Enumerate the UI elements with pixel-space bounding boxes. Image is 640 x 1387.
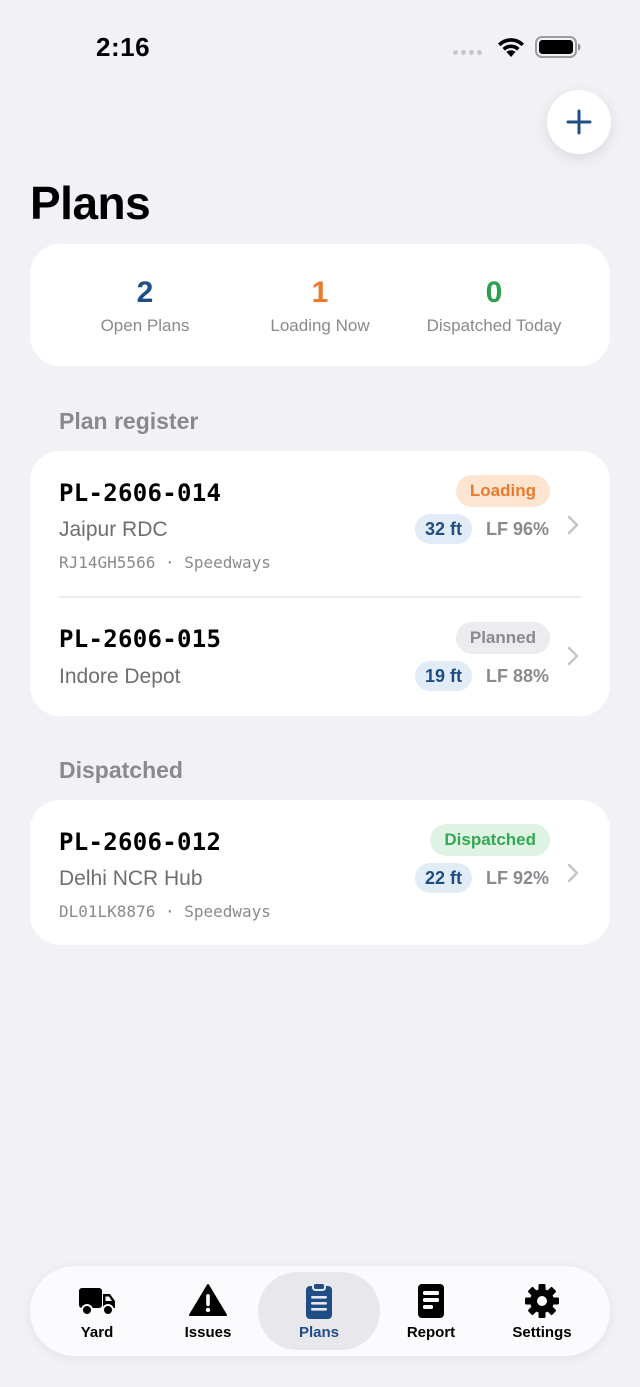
section-header-plan-register: Plan register (59, 408, 199, 434)
vehicle-size-chip: 22 ft (414, 863, 472, 893)
plan-id: PL-2606-014 (59, 479, 222, 507)
plan-vehicle-carrier: RJ14GH5566 · Speedways (59, 553, 271, 572)
dispatched-card: PL-2606-012 Delhi NCR Hub DL01LK8876 · S… (30, 800, 610, 945)
plan-id: PL-2606-015 (59, 625, 222, 653)
plan-row-PL-2606-015[interactable]: PL-2606-015 Indore Depot Planned 19 ft L… (30, 598, 610, 716)
stat-loading-now: 1 Loading Now (220, 274, 420, 336)
load-factor: LF 96% (485, 519, 549, 539)
stat-value: 1 (311, 276, 329, 309)
load-factor: LF 92% (485, 868, 549, 888)
report-icon (418, 1284, 444, 1318)
chevron-right-icon (567, 863, 579, 883)
plan-destination: Jaipur RDC (59, 518, 168, 541)
plan-id: PL-2606-012 (59, 828, 222, 856)
stat-label: Dispatched Today (426, 316, 562, 335)
cellular-signal-icon (453, 50, 482, 55)
stat-value: 0 (485, 276, 503, 309)
battery-icon (535, 36, 581, 58)
tab-settings[interactable]: Settings (486, 1272, 598, 1350)
tab-plans[interactable]: Plans (258, 1272, 380, 1350)
tab-label: Plans (298, 1324, 340, 1341)
stat-open-plans: 2 Open Plans (45, 274, 245, 336)
section-header-dispatched: Dispatched (59, 757, 183, 783)
tab-bar: Yard Issues Plans Report Settings (30, 1266, 610, 1356)
status-time: 2:16 (96, 32, 151, 62)
wifi-icon (498, 38, 524, 57)
vehicle-size-chip: 32 ft (414, 514, 472, 544)
stats-summary-card: 2 Open Plans 1 Loading Now 0 Dispatched … (30, 244, 610, 366)
tab-report[interactable]: Report (375, 1272, 487, 1350)
gear-icon (525, 1284, 559, 1318)
vehicle-size-chip: 19 ft (414, 661, 472, 691)
status-bar: 2:16 (0, 0, 640, 90)
add-plan-button[interactable] (547, 90, 611, 154)
plan-register-card: PL-2606-014 Jaipur RDC RJ14GH5566 · Spee… (30, 451, 610, 716)
chevron-right-icon (567, 515, 579, 535)
clipboard-icon (306, 1282, 332, 1319)
tab-label: Report (406, 1324, 456, 1341)
tab-label: Settings (512, 1324, 572, 1341)
status-badge: Dispatched (430, 824, 550, 856)
stat-label: Open Plans (100, 316, 190, 335)
warning-icon (189, 1284, 227, 1316)
stat-dispatched-today: 0 Dispatched Today (394, 274, 594, 336)
plan-destination: Indore Depot (59, 665, 181, 688)
plan-vehicle-carrier: DL01LK8876 · Speedways (59, 902, 271, 921)
status-badge: Planned (455, 622, 550, 654)
tab-label: Yard (80, 1324, 114, 1341)
tab-issues[interactable]: Issues (152, 1272, 264, 1350)
plan-destination: Delhi NCR Hub (59, 867, 203, 890)
truck-icon (79, 1288, 115, 1316)
stat-label: Loading Now (270, 316, 370, 335)
stat-value: 2 (136, 276, 154, 309)
load-factor: LF 88% (485, 666, 549, 686)
status-badge: Loading (455, 475, 550, 507)
plus-icon (566, 109, 592, 135)
plan-row-PL-2606-014[interactable]: PL-2606-014 Jaipur RDC RJ14GH5566 · Spee… (30, 451, 610, 597)
plan-row-PL-2606-012[interactable]: PL-2606-012 Delhi NCR Hub DL01LK8876 · S… (30, 800, 610, 945)
page-title: Plans (30, 177, 151, 229)
chevron-right-icon (567, 646, 579, 666)
tab-label: Issues (184, 1324, 232, 1341)
tab-yard[interactable]: Yard (41, 1272, 153, 1350)
